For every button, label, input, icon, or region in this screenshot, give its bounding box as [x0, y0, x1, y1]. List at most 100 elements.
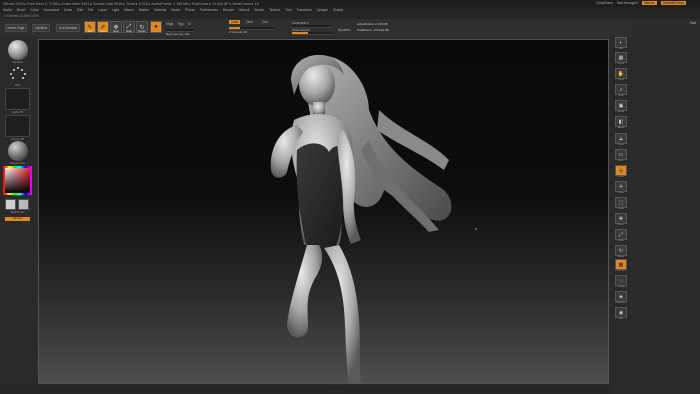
stroke-dot [9, 73, 12, 75]
gizmo-button[interactable]: ✛ [615, 181, 627, 192]
persp-button[interactable]: ⟁ [615, 133, 627, 144]
menu-edit[interactable]: Edit [77, 8, 83, 12]
menu-zscript[interactable]: Zscript [333, 8, 343, 12]
leg-front [324, 245, 361, 383]
tool-palette: Tool [631, 19, 700, 394]
solo-button[interactable]: ◉ [615, 307, 627, 318]
menu-render[interactable]: Render [223, 8, 234, 12]
tool-palette-title[interactable]: Tool [690, 21, 696, 25]
menu-preferences[interactable]: Preferences [200, 8, 218, 12]
menu-stroke[interactable]: Stroke [254, 8, 264, 12]
title-bar: ZBrush 2019 ▸ Free Mem 17.0 GB ▸ Active … [0, 0, 700, 7]
menu-material[interactable]: Material [154, 8, 166, 12]
menu-light[interactable]: Light [112, 8, 119, 12]
floor-button[interactable]: ▭ [615, 149, 627, 160]
menu-macro[interactable]: Macro [124, 8, 133, 12]
menu-document[interactable]: Document [44, 8, 59, 12]
alpha-selector[interactable]: Alpha Off [5, 88, 30, 114]
brush-label: Standard [12, 61, 23, 64]
spix-button[interactable]: ▦ [615, 52, 627, 63]
alpha-label: Alpha Off [12, 111, 23, 114]
rotate-button[interactable]: ↻ Rotate [136, 21, 148, 33]
canvas-viewport[interactable] [38, 39, 609, 384]
move-view-button[interactable]: ✥ [615, 213, 627, 224]
move-button[interactable]: ✥ Move [110, 21, 122, 33]
zoom-label: Zoom [618, 95, 624, 97]
menus-button[interactable]: Menus [642, 1, 657, 5]
alternate-button[interactable]: Alternate [5, 217, 30, 221]
menu-transform[interactable]: Transform [296, 8, 311, 12]
menu-color[interactable]: Color [31, 8, 39, 12]
rotate-view-icon: ↻ [618, 247, 624, 254]
lightbox-button[interactable]: LightBox [32, 24, 50, 32]
zadd-toggle[interactable]: Zadd [229, 20, 241, 24]
rgb-toggle[interactable]: Rgb [178, 22, 184, 26]
dynamic-view-button[interactable]: ◈ [615, 291, 627, 302]
secondary-color-swatch[interactable] [18, 199, 29, 210]
title-right-controls: QuickSave See-through 0 Menus DefaultZSc… [596, 1, 686, 5]
zcut-toggle[interactable]: Zcut [262, 20, 268, 24]
see-through-slider[interactable]: See-through 0 [617, 1, 639, 5]
color-picker-group: Gradient SwitchColor Alternate [3, 166, 32, 221]
line-fill-icon: ▩ [618, 261, 624, 268]
m-toggle[interactable]: M [188, 22, 191, 26]
aahalf-button[interactable]: ◧ [615, 116, 627, 127]
spix-icon: ▦ [618, 54, 624, 61]
floor-icon: ▭ [618, 151, 624, 158]
transp-icon: ◌ [619, 277, 623, 284]
menu-draw[interactable]: Draw [64, 8, 72, 12]
menu-texture[interactable]: Texture [269, 8, 280, 12]
menu-tool[interactable]: Tool [285, 8, 291, 12]
hue-ring[interactable] [3, 166, 32, 195]
zsub-toggle[interactable]: Zsub [246, 20, 253, 24]
local-button[interactable]: ◎ [615, 165, 627, 176]
line-fill-button[interactable]: ▩ [615, 259, 627, 270]
dynamic-toggle[interactable]: Dynamic [338, 28, 350, 32]
color-picker[interactable] [3, 166, 32, 195]
menu-brush[interactable]: Brush [17, 8, 26, 12]
draw-label: Draw [100, 30, 106, 33]
scale-view-button[interactable]: ⤢ [615, 229, 627, 240]
bpr-button[interactable]: ◐ [615, 37, 627, 48]
menu-picker[interactable]: Picker [185, 8, 194, 12]
scroll-button[interactable]: ✋ [615, 68, 627, 79]
brush-selector[interactable]: Standard [5, 39, 30, 64]
menu-alpha[interactable]: Alpha [3, 8, 12, 12]
gizmo-icon: ✛ [618, 183, 624, 190]
switch-color-button[interactable]: SwitchColor [5, 211, 30, 214]
home-page-button[interactable]: Home Page [5, 24, 27, 32]
scale-button[interactable]: ⤢ Scale [123, 21, 135, 33]
default-zscript-button[interactable]: DefaultZScript [660, 1, 686, 5]
zoom-button[interactable]: ⌕ [615, 84, 627, 95]
menu-marker[interactable]: Marker [139, 8, 150, 12]
material-selector[interactable]: MatCap Gray [5, 140, 30, 165]
local-icon: ◎ [618, 167, 624, 174]
material-icon: ● [154, 24, 158, 30]
transp-button[interactable]: ◌ [615, 275, 627, 286]
menu-layer[interactable]: Layer [98, 8, 106, 12]
actual-button[interactable]: ▣ [615, 100, 627, 111]
stroke-selector[interactable]: Dots [5, 65, 30, 87]
frame-label: Frame [617, 208, 625, 210]
texture-selector[interactable]: Texture Off [5, 115, 30, 141]
draw-size-slider[interactable] [292, 32, 332, 35]
edit-button[interactable]: ✎ Edit [84, 21, 96, 33]
frame-button[interactable]: ⬚ [615, 197, 627, 208]
sculpt-figure [270, 54, 478, 383]
main-color-swatch[interactable] [5, 199, 16, 210]
menu-stencil[interactable]: Stencil [239, 8, 249, 12]
bottom-indicator: · · · · · · · · [330, 388, 343, 392]
menu-movie[interactable]: Movie [171, 8, 180, 12]
draw-button[interactable]: ✐ Draw [97, 21, 109, 33]
menu-zplugin[interactable]: Zplugin [317, 8, 328, 12]
material-swatch-button[interactable]: ● [150, 21, 162, 33]
draw-size-fill [292, 32, 308, 34]
rotate-view-button[interactable]: ↻ [615, 245, 627, 256]
mrgb-toggle[interactable]: Mrgb [166, 22, 173, 26]
move-view-icon: ✥ [618, 215, 624, 222]
dots-stroke-icon [8, 65, 28, 83]
quicksave-button[interactable]: QuickSave [596, 1, 612, 5]
live-boolean-button[interactable]: Live Boolean [56, 24, 80, 32]
dynamic-view-icon: ◈ [619, 293, 623, 300]
menu-file[interactable]: File [88, 8, 93, 12]
